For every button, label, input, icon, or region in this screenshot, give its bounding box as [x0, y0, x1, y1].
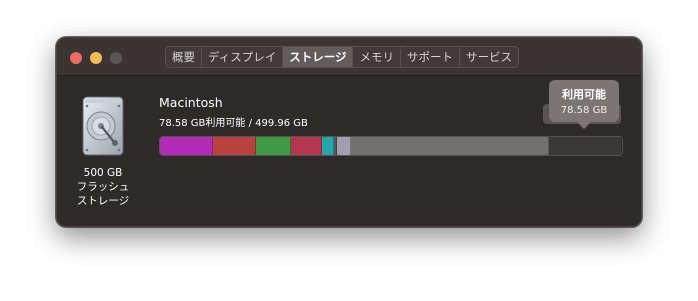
storage-segment-segment-1[interactable] — [160, 137, 214, 155]
tab-memory[interactable]: メモリ — [353, 47, 401, 67]
tab-storage[interactable]: ストレージ — [283, 47, 354, 67]
zoom-button[interactable] — [110, 52, 122, 64]
storage-segment-segment-5[interactable] — [322, 137, 335, 155]
storage-segment-segment-4[interactable] — [290, 137, 323, 155]
close-button[interactable] — [70, 52, 82, 64]
tab-displays[interactable]: ディスプレイ — [202, 47, 284, 67]
storage-segment-segment-3[interactable] — [256, 137, 291, 155]
storage-segment-segment-2[interactable] — [213, 137, 257, 155]
volume-capacity: 78.58 GB利用可能 / 499.96 GB — [159, 118, 308, 129]
tab-support[interactable]: サポート — [401, 47, 460, 67]
disk-type-line1: フラッシュ — [76, 181, 130, 193]
tab-service[interactable]: サービス — [460, 47, 518, 67]
storage-segment-available[interactable] — [549, 137, 622, 155]
volume-name: Macintosh — [159, 95, 223, 110]
storage-usage-bar — [159, 136, 623, 156]
about-this-mac-window: 概要 ディスプレイ ストレージ メモリ サポート サービス 500 GB フラッ… — [56, 37, 642, 227]
disk-size: 500 GB — [83, 167, 123, 179]
tab-bar: 概要 ディスプレイ ストレージ メモリ サポート サービス — [165, 46, 519, 68]
storage-segment-segment-7[interactable] — [336, 137, 351, 155]
storage-segment-segment-8[interactable] — [350, 137, 550, 155]
disk-type-line2: ストレージ — [76, 195, 130, 207]
available-tooltip: 利用可能 78.58 GB — [549, 80, 619, 129]
tab-overview[interactable]: 概要 — [166, 47, 202, 67]
tooltip-title: 利用可能 — [562, 88, 606, 101]
title-bar: 概要 ディスプレイ ストレージ メモリ サポート サービス — [57, 38, 641, 76]
hard-drive-icon — [81, 96, 125, 156]
disk-caption: 500 GB フラッシュ ストレージ — [67, 166, 139, 208]
tooltip-value: 78.58 GB — [560, 105, 608, 116]
minimize-button[interactable] — [90, 52, 102, 64]
